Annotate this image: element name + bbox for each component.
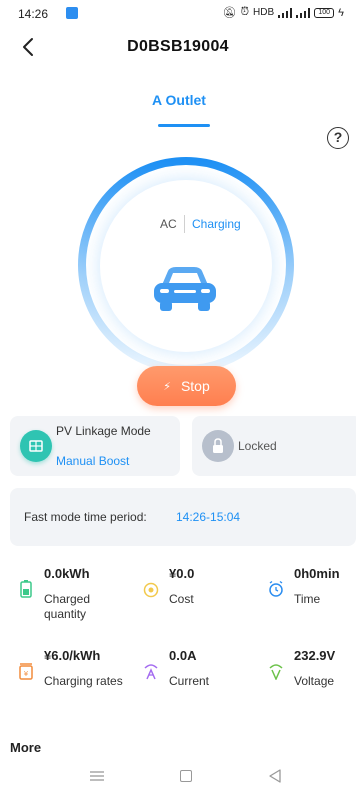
app-header: D0BSB19004 xyxy=(0,30,356,66)
pv-linkage-mode[interactable]: Manual Boost xyxy=(56,454,129,468)
metric-label: Current xyxy=(169,674,210,688)
fast-mode-period-card[interactable]: Fast mode time period: 14:26-15:04 xyxy=(10,488,356,546)
metric-value: ¥0.0 xyxy=(169,566,195,581)
charge-type-label: AC xyxy=(160,217,177,231)
signal-icon-2 xyxy=(296,7,311,18)
status-icons: 🔕︎ ⏰︎ HDB 100 ϟ xyxy=(222,6,344,19)
solar-panel-icon xyxy=(20,430,52,462)
metric-current: 0.0A Current xyxy=(143,648,253,708)
metric-label: Charged quantity xyxy=(44,592,91,621)
metric-cost: ¥0.0 Cost xyxy=(143,566,253,626)
system-nav-bar xyxy=(0,766,356,788)
metric-label: Time xyxy=(294,592,321,606)
metric-label: Voltage xyxy=(294,674,335,688)
current-icon xyxy=(144,664,158,680)
stop-button-label: Stop xyxy=(180,378,210,394)
menu-icon[interactable] xyxy=(90,770,104,782)
signal-icon xyxy=(278,7,293,18)
charging-status: AC Charging xyxy=(150,215,260,235)
fast-mode-label: Fast mode time period: xyxy=(24,510,147,524)
alarm-clock-icon xyxy=(269,580,283,597)
mute-icon: 🔕︎ xyxy=(222,7,237,19)
stop-button[interactable]: ⚡︎ Stop xyxy=(137,366,236,406)
metric-value: 0h0min xyxy=(294,566,340,581)
status-divider xyxy=(184,215,185,233)
battery-icon: 100 xyxy=(314,7,335,18)
network-label: HDB xyxy=(253,7,275,18)
lightning-icon: ⚡︎ xyxy=(163,380,171,393)
rate-icon: ¥ xyxy=(19,663,33,680)
lock-icon xyxy=(202,430,234,462)
more-section-title[interactable]: More xyxy=(10,740,41,755)
status-bar: 14:26 🔕︎ ⏰︎ HDB 100 ϟ xyxy=(0,0,356,26)
metric-voltage: 232.9V Voltage xyxy=(268,648,356,708)
charging-bolt-icon: ϟ xyxy=(338,6,344,19)
svg-text:¥: ¥ xyxy=(24,670,29,678)
lock-card[interactable]: Locked xyxy=(192,416,356,476)
car-icon xyxy=(154,267,216,311)
lock-status-label: Locked xyxy=(238,439,277,453)
metric-charged-quantity: 0.0kWh Charged quantity xyxy=(18,566,128,626)
home-icon[interactable] xyxy=(180,770,192,782)
charging-status-label: Charging xyxy=(192,217,241,231)
fast-mode-value[interactable]: 14:26-15:04 xyxy=(176,510,240,524)
tab-a-outlet[interactable]: A Outlet xyxy=(148,92,210,108)
page-title: D0BSB19004 xyxy=(127,38,229,55)
metric-value: 0.0A xyxy=(169,648,197,663)
nav-back-icon[interactable] xyxy=(268,769,282,783)
metric-label: Cost xyxy=(169,592,194,606)
alarm-icon: ⏰︎ xyxy=(240,6,250,18)
pv-linkage-title: PV Linkage Mode xyxy=(56,424,151,438)
voltage-icon xyxy=(269,664,283,680)
status-time: 14:26 xyxy=(18,7,49,21)
metric-value: ¥6.0/kWh xyxy=(44,648,101,663)
metric-value: 0.0kWh xyxy=(44,566,90,581)
metric-value: 232.9V xyxy=(294,648,336,663)
pv-linkage-card[interactable]: PV Linkage Mode Manual Boost xyxy=(10,416,180,476)
battery-icon xyxy=(20,580,32,598)
help-icon[interactable]: ? xyxy=(327,127,349,149)
outlet-tabs: A Outlet xyxy=(0,92,356,132)
metric-time: 0h0min Time xyxy=(268,566,356,626)
tab-active-indicator xyxy=(158,124,210,127)
coin-icon xyxy=(143,582,159,598)
app-notification-icon xyxy=(66,7,78,19)
metric-label: Charging rates xyxy=(44,674,123,688)
metric-charging-rates: ¥ ¥6.0/kWh Charging rates xyxy=(18,648,128,708)
